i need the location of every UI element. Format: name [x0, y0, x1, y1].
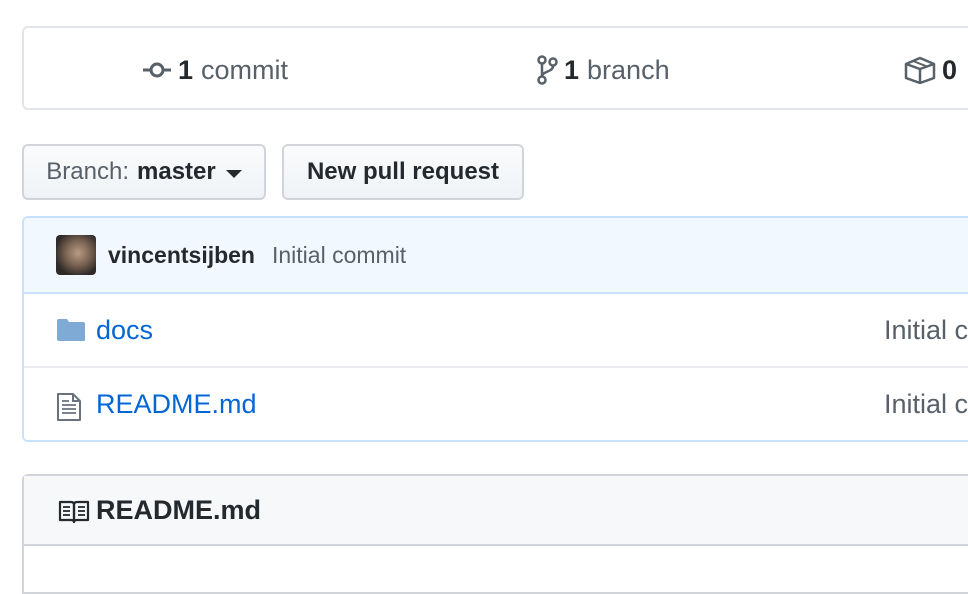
commits-label: commit	[201, 54, 289, 85]
file-commit-message[interactable]: Initial commit	[884, 368, 968, 440]
releases-count: 0	[942, 54, 958, 85]
commits-count: 1	[178, 54, 194, 85]
branch-name: master	[137, 158, 216, 185]
file-link-readme[interactable]: README.md	[96, 368, 257, 440]
book-icon	[58, 500, 90, 524]
file-commit-message[interactable]: Initial commit	[884, 294, 968, 366]
readme-header: README.md	[24, 476, 968, 546]
file-link-docs[interactable]: docs	[96, 294, 153, 366]
commit-message[interactable]: Initial commit	[272, 242, 406, 269]
file-row-readme: README.md Initial commit	[24, 368, 968, 440]
commit-icon	[143, 62, 171, 78]
package-icon	[904, 56, 936, 84]
readme-box: README.md	[22, 474, 968, 594]
branch-select-button[interactable]: Branch: master	[22, 144, 266, 200]
branch-icon	[537, 55, 558, 85]
repo-summary: 1 commit 1 branch 0	[22, 26, 968, 110]
readme-title: README.md	[96, 494, 262, 525]
releases-stat[interactable]: 0	[904, 28, 965, 112]
file-table: vincentsijben Initial commit docs Initia…	[22, 216, 968, 442]
file-icon	[57, 393, 81, 421]
branches-stat[interactable]: 1 branch	[536, 28, 670, 112]
branches-label: branch	[587, 54, 670, 85]
latest-commit-bar: vincentsijben Initial commit	[24, 218, 968, 294]
commits-stat[interactable]: 1 commit	[142, 28, 288, 112]
folder-icon	[57, 319, 85, 341]
branches-count: 1	[564, 54, 580, 85]
new-pull-request-button[interactable]: New pull request	[282, 144, 524, 200]
file-row-docs: docs Initial commit	[24, 294, 968, 368]
caret-down-icon	[225, 170, 242, 178]
commit-author[interactable]: vincentsijben	[108, 242, 255, 269]
branch-prefix: Branch:	[46, 158, 129, 185]
avatar[interactable]	[56, 235, 96, 275]
